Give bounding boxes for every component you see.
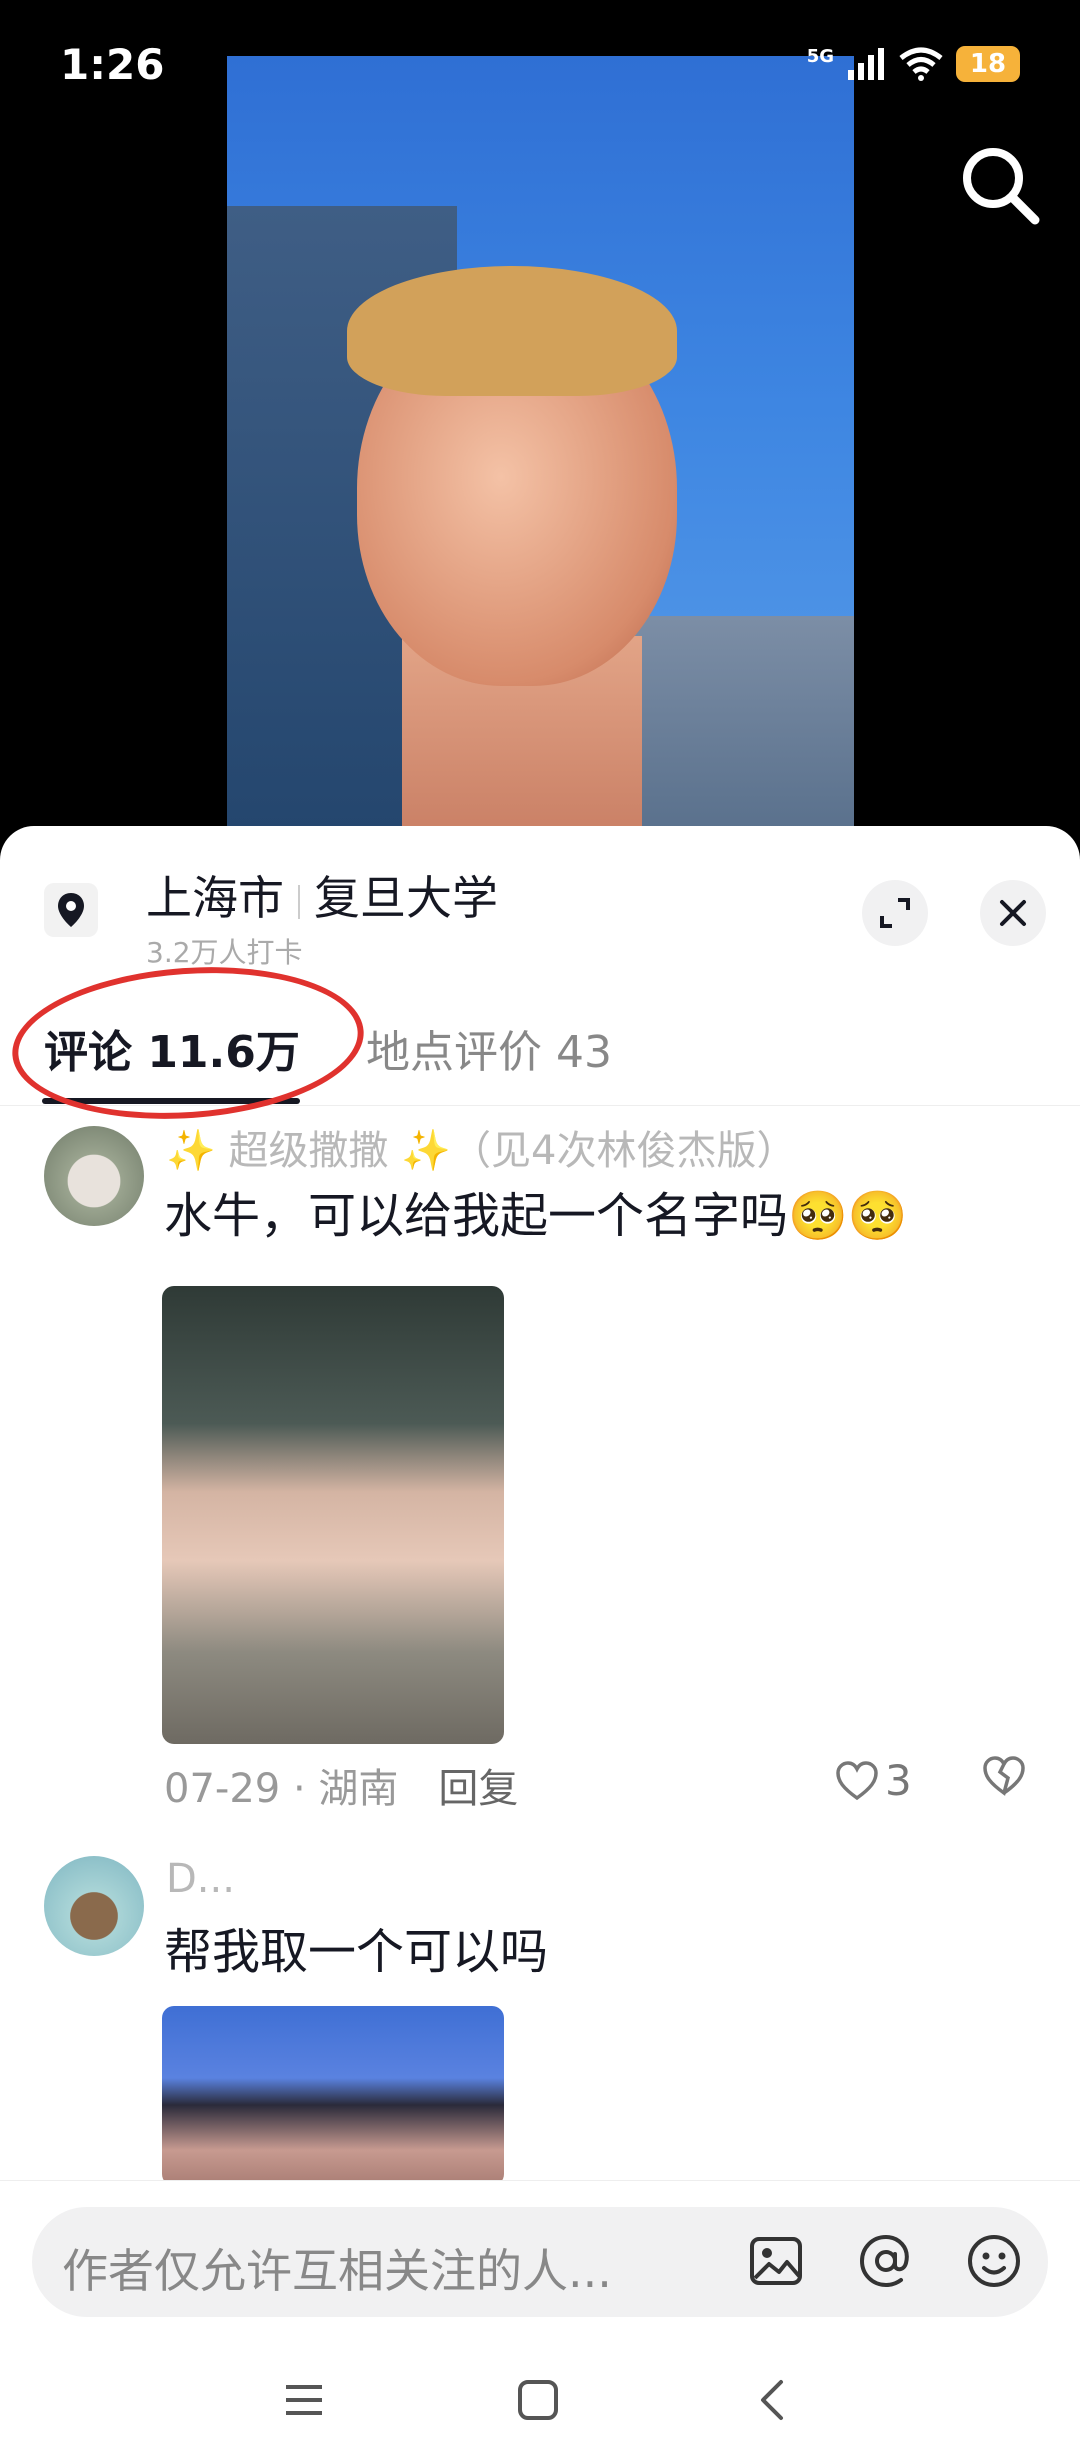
image-button[interactable]	[740, 2225, 812, 2297]
signal-icon	[848, 48, 884, 80]
broken-heart-icon	[983, 1756, 1025, 1796]
location-header[interactable]: 上海市 复旦大学 3.2万人打卡	[0, 826, 1080, 976]
comment-text: 帮我取一个可以吗	[164, 1924, 549, 1980]
home-nav-button[interactable]	[498, 2370, 578, 2430]
location-pin	[44, 883, 98, 937]
menu-icon	[286, 2385, 322, 2415]
expand-button[interactable]	[862, 880, 928, 946]
comment-input-placeholder: 作者仅允许互相关注的人...	[62, 2244, 612, 2298]
screen: 1:26 5G 18 上海市 复旦大学 3.2万人打卡 评论 11.6万 地点评…	[0, 0, 1080, 2460]
comment-text: 水牛，可以给我起一个名字吗🥺🥺	[164, 1188, 908, 1244]
emoji-button[interactable]	[958, 2225, 1030, 2297]
menu-nav-button[interactable]	[264, 2370, 344, 2430]
dislike-button[interactable]	[982, 1756, 1026, 1800]
comment-author[interactable]: D...	[166, 1856, 235, 1902]
search-button[interactable]	[955, 140, 1045, 230]
battery-indicator: 18	[956, 46, 1020, 82]
checkin-count: 3.2万人打卡	[146, 936, 303, 969]
location-city: 上海市	[146, 871, 284, 925]
comment-image[interactable]	[162, 2006, 504, 2186]
location-place: 复旦大学	[314, 871, 498, 925]
video-player[interactable]	[227, 56, 854, 836]
comment-meta: 07-29 · 湖南 回复	[164, 1756, 518, 1814]
at-icon	[859, 2234, 909, 2288]
comment-image[interactable]	[162, 1286, 504, 1744]
emoji-icon	[968, 2235, 1020, 2287]
back-chevron-icon	[761, 2380, 783, 2420]
status-bar: 1:26 5G 18	[0, 0, 1080, 140]
comment-author[interactable]: ✨ 超级撒撒 ✨（见4次林俊杰版）	[166, 1118, 797, 1176]
home-square-icon	[518, 2380, 558, 2420]
location-title: 上海市 复旦大学	[146, 862, 498, 928]
mention-button[interactable]	[850, 2225, 922, 2297]
status-icons: 5G 18	[807, 46, 1020, 82]
back-nav-button[interactable]	[732, 2370, 812, 2430]
search-icon	[963, 148, 1040, 225]
avatar[interactable]	[44, 1856, 144, 1956]
heart-icon	[836, 1760, 878, 1800]
like-button[interactable]: 3	[835, 1756, 912, 1805]
tab-place-reviews[interactable]: 地点评价 43	[366, 1016, 612, 1080]
comment-item: ✨ 超级撒撒 ✨（见4次林俊杰版） 水牛，可以给我起一个名字吗🥺🥺 07-29 …	[0, 1116, 1080, 1812]
image-icon	[750, 2237, 802, 2285]
comment-input[interactable]: 作者仅允许互相关注的人...	[32, 2207, 1048, 2317]
title-divider	[298, 884, 300, 919]
hair-shape	[347, 266, 677, 396]
location-pin-icon	[58, 893, 84, 927]
expand-icon	[880, 898, 910, 928]
comment-date-region: 07-29 · 湖南	[164, 1766, 399, 1812]
avatar[interactable]	[44, 1126, 144, 1226]
system-nav-bar	[0, 2340, 1080, 2460]
comment-item: D... 帮我取一个可以吗	[0, 1856, 1080, 2186]
like-count: 3	[885, 1756, 912, 1805]
comment-sheet: 上海市 复旦大学 3.2万人打卡 评论 11.6万 地点评价 43 ✨ 超级撒撒…	[0, 826, 1080, 2460]
wifi-icon	[899, 47, 943, 81]
close-button[interactable]	[980, 880, 1046, 946]
status-time: 1:26	[60, 40, 165, 89]
network-type: 5G	[806, 46, 834, 67]
close-icon	[1000, 900, 1026, 926]
reply-button[interactable]: 回复	[438, 1766, 518, 1812]
